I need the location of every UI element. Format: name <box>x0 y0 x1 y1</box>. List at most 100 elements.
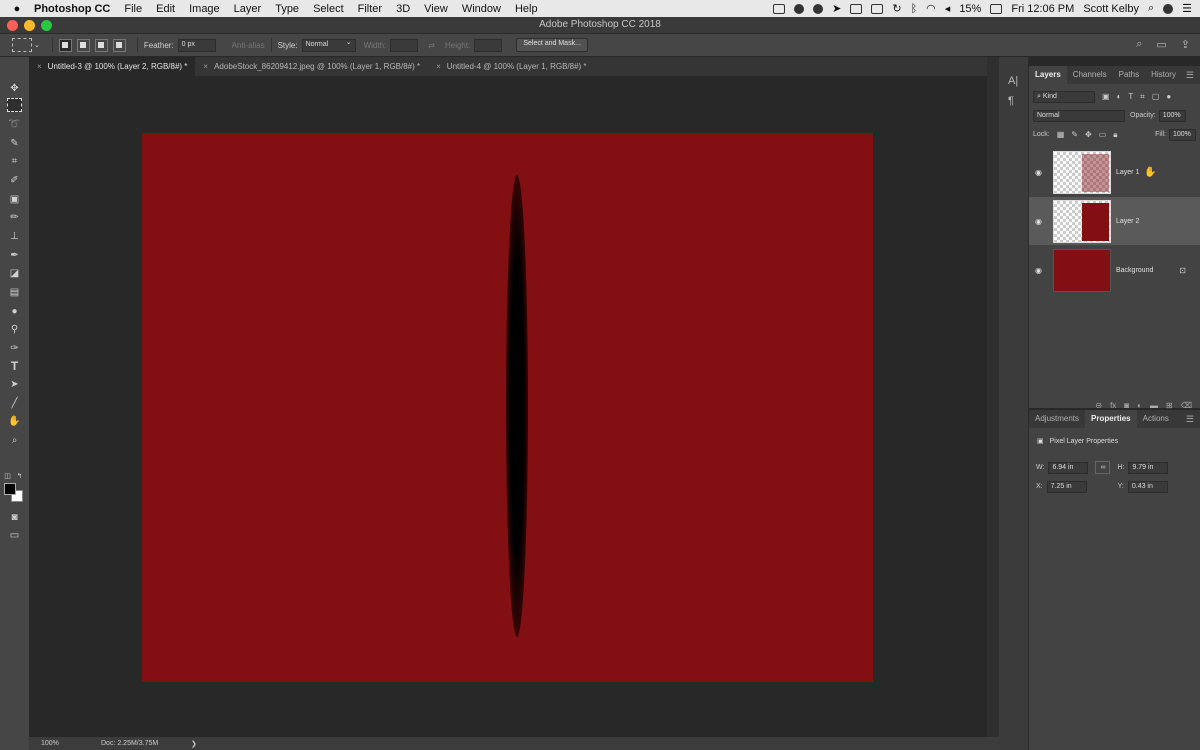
new-adjustment-icon[interactable]: ◐ <box>1137 401 1142 410</box>
layer-name[interactable]: Layer 2 <box>1116 218 1139 225</box>
eyedropper-tool-icon[interactable]: ✐ <box>7 173 22 187</box>
move-tool-icon[interactable]: ✥ <box>7 81 22 95</box>
menu-filter[interactable]: Filter <box>358 3 382 15</box>
tab-paths[interactable]: Paths <box>1113 66 1145 84</box>
quick-selection-tool-icon[interactable]: ✎ <box>7 136 22 150</box>
tab-properties[interactable]: Properties <box>1085 410 1137 428</box>
screen-record-icon[interactable] <box>773 3 786 14</box>
tab-layers[interactable]: Layers <box>1029 66 1067 84</box>
lasso-tool-icon[interactable]: ➰ <box>7 117 22 131</box>
layer-row-background[interactable]: ◉ Background ⊡ <box>1029 246 1200 294</box>
y-field[interactable]: 0.43 in <box>1127 480 1168 493</box>
zoom-level[interactable]: 100% <box>41 740 101 747</box>
blend-mode-select[interactable]: Normal <box>1033 109 1125 122</box>
search-icon[interactable]: ⌕ <box>1136 38 1142 51</box>
default-colors-icon[interactable]: ◫ <box>3 469 12 483</box>
shape-filter-icon[interactable]: ⌗ <box>1140 92 1145 102</box>
link-dimensions-icon[interactable]: ∞ <box>1095 461 1111 474</box>
close-tab-icon[interactable]: × <box>436 62 441 76</box>
layer-kind-filter[interactable]: ⌕ Kind <box>1033 90 1095 103</box>
lock-transparency-icon[interactable]: ▦ <box>1057 130 1065 139</box>
workspace-icon[interactable]: ▭ <box>1156 38 1166 51</box>
lock-all-icon[interactable]: 🔒︎ <box>1113 130 1117 140</box>
height-input[interactable] <box>474 38 503 52</box>
height-field[interactable]: 9.79 in <box>1128 461 1169 474</box>
type-tool-icon[interactable]: T <box>7 359 22 373</box>
tab-channels[interactable]: Channels <box>1067 66 1113 84</box>
type-filter-icon[interactable]: T <box>1128 92 1133 101</box>
tab-untitled-4[interactable]: × Untitled-4 @ 100% (Layer 1, RGB/8#) * <box>428 57 594 76</box>
battery-icon[interactable] <box>990 3 1003 14</box>
screen-mode-icon[interactable]: ▭ <box>7 528 22 542</box>
vertical-scrollbar[interactable] <box>987 57 999 737</box>
history-brush-tool-icon[interactable]: ✒ <box>7 248 22 262</box>
swap-width-height-icon[interactable]: ⇄ <box>428 41 435 50</box>
canvas-workspace[interactable] <box>29 76 987 737</box>
add-mask-icon[interactable]: ◙ <box>1124 401 1129 410</box>
clock[interactable]: Fri 12:06 PM <box>1011 3 1074 15</box>
battery-percent[interactable]: 15% <box>959 3 981 15</box>
width-input[interactable] <box>390 38 419 52</box>
delete-layer-icon[interactable]: ⌫ <box>1181 401 1192 410</box>
menu-type[interactable]: Type <box>275 3 299 15</box>
tab-adjustments[interactable]: Adjustments <box>1029 410 1085 428</box>
pixel-filter-icon[interactable]: ▣ <box>1102 92 1110 101</box>
link-layers-icon[interactable]: ⊝ <box>1095 401 1102 410</box>
volume-icon[interactable]: ◂ <box>945 2 951 15</box>
close-tab-icon[interactable]: × <box>203 62 208 76</box>
lock-pixels-icon[interactable]: ✎ <box>1071 130 1078 139</box>
pen-tool-icon[interactable]: ✑ <box>7 341 22 355</box>
dodge-tool-icon[interactable]: ⚲ <box>7 322 22 336</box>
menu-file[interactable]: File <box>124 3 142 15</box>
location-arrow-icon[interactable]: ➤ <box>832 2 841 15</box>
menu-image[interactable]: Image <box>189 3 220 15</box>
feather-input[interactable]: 0 px <box>177 38 216 52</box>
status-circle-icon[interactable] <box>794 3 805 14</box>
menu-select[interactable]: Select <box>313 3 344 15</box>
visibility-eye-icon[interactable]: ◉ <box>1035 217 1042 226</box>
lock-position-icon[interactable]: ✥ <box>1085 130 1092 139</box>
layer-row-layer-1[interactable]: ◉ Layer 1 ✋ <box>1029 148 1200 196</box>
crop-tool-icon[interactable]: ⌗ <box>7 154 22 168</box>
share-icon[interactable]: ⇪ <box>1181 38 1190 51</box>
clone-stamp-tool-icon[interactable]: ⊥ <box>7 229 22 243</box>
time-machine-icon[interactable]: ↻ <box>892 2 901 15</box>
anti-alias-checkbox[interactable]: Anti-alias <box>232 41 265 50</box>
intersect-selection-button[interactable] <box>112 38 126 52</box>
width-field[interactable]: 6.94 in <box>1048 461 1089 474</box>
hand-tool-icon[interactable]: ✋ <box>7 414 22 428</box>
chevron-down-icon[interactable]: ⌄ <box>34 41 40 49</box>
quick-mask-icon[interactable]: ◙ <box>7 510 22 524</box>
add-to-selection-button[interactable] <box>76 38 90 52</box>
brush-tool-icon[interactable]: ✏ <box>7 210 22 224</box>
healing-brush-tool-icon[interactable]: ▣ <box>7 192 22 206</box>
new-selection-button[interactable] <box>58 38 72 52</box>
apple-menu-icon[interactable]: ● <box>0 3 34 15</box>
tab-actions[interactable]: Actions <box>1137 410 1175 428</box>
smart-object-filter-icon[interactable]: ▢ <box>1152 92 1160 101</box>
user-menu[interactable]: Scott Kelby <box>1083 3 1139 15</box>
close-tab-icon[interactable]: × <box>37 62 42 76</box>
fill-input[interactable]: 100% <box>1169 128 1196 141</box>
layer-name[interactable]: Background <box>1116 267 1153 274</box>
menu-edit[interactable]: Edit <box>156 3 175 15</box>
panel-menu-icon[interactable]: ☰ <box>1186 70 1194 81</box>
select-and-mask-button[interactable]: Select and Mask... <box>516 38 588 52</box>
siri-icon[interactable] <box>1163 3 1174 14</box>
menu-window[interactable]: Window <box>462 3 501 15</box>
menu-3d[interactable]: 3D <box>396 3 410 15</box>
new-layer-icon[interactable]: ⊞ <box>1166 401 1173 410</box>
visibility-eye-icon[interactable]: ◉ <box>1035 168 1042 177</box>
menu-layer[interactable]: Layer <box>234 3 262 15</box>
status-menu-arrow-icon[interactable]: ❯ <box>191 740 197 748</box>
tab-untitled-3[interactable]: × Untitled-3 @ 100% (Layer 2, RGB/8#) * <box>29 57 196 76</box>
visibility-eye-icon[interactable]: ◉ <box>1035 266 1042 275</box>
character-panel-icon[interactable]: A| <box>1008 75 1018 87</box>
new-group-icon[interactable]: ▬ <box>1150 401 1158 410</box>
layer-row-layer-2[interactable]: ◉ Layer 2 <box>1029 197 1200 245</box>
layer-name[interactable]: Layer 1 <box>1116 169 1139 176</box>
tool-preset-picker[interactable] <box>12 38 32 52</box>
app-menu[interactable]: Photoshop CC <box>34 3 110 15</box>
line-tool-icon[interactable]: ╱ <box>7 396 22 410</box>
layer-style-icon[interactable]: fx <box>1110 401 1116 410</box>
